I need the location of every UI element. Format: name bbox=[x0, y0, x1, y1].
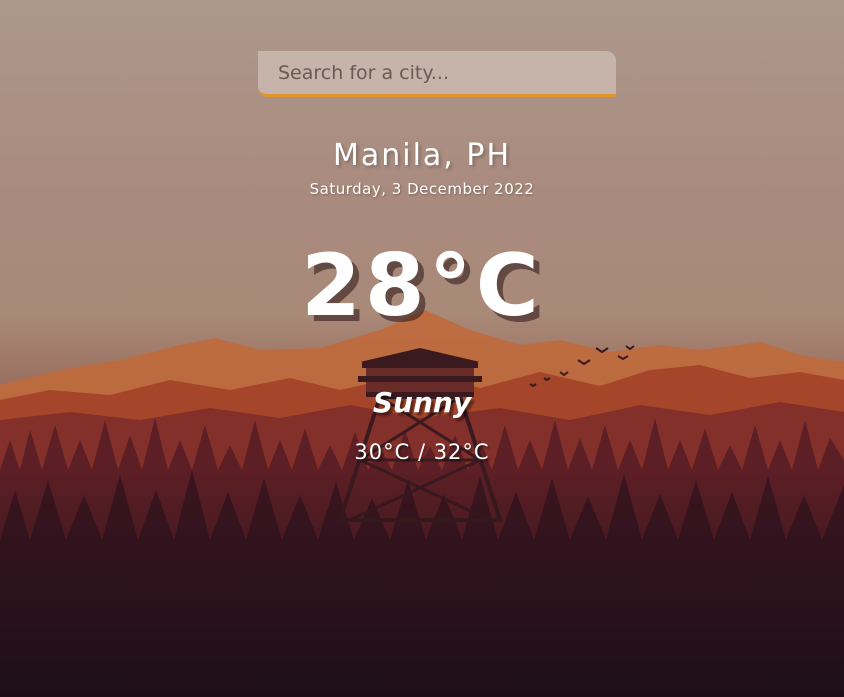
search-bar bbox=[258, 51, 616, 97]
current-temperature: 28°C bbox=[301, 236, 543, 336]
high-low-temperature: 30°C / 32°C bbox=[354, 440, 490, 464]
search-input[interactable] bbox=[258, 51, 616, 97]
forest-background-image bbox=[0, 310, 844, 697]
current-date: Saturday, 3 December 2022 bbox=[309, 180, 535, 198]
weather-condition: Sunny bbox=[372, 386, 472, 419]
weather-app: Manila, PH Saturday, 3 December 2022 28°… bbox=[0, 0, 844, 697]
location-title: Manila, PH bbox=[332, 138, 512, 173]
